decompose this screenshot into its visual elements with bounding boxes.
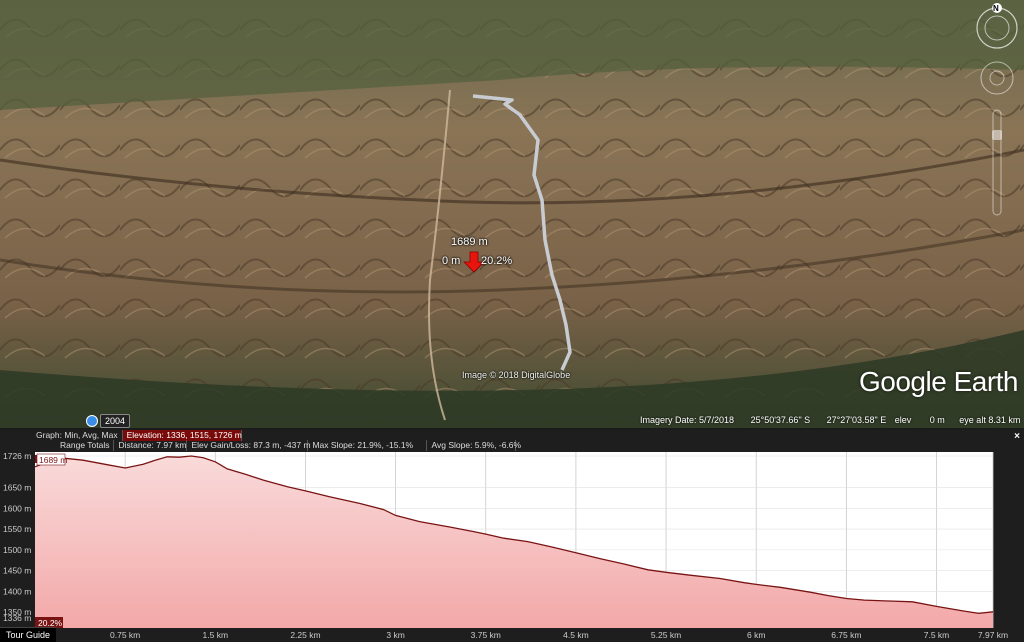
cursor-elevation-label: 1689 m: [39, 455, 67, 465]
y-tick-label: 1450 m: [3, 566, 31, 576]
y-tick-label: 1500 m: [3, 545, 31, 555]
x-tick-label: 3 km: [386, 630, 404, 640]
x-tick-label: 6 km: [747, 630, 765, 640]
x-tick-label: 5.25 km: [651, 630, 681, 640]
y-tick-label: 1400 m: [3, 586, 31, 596]
elevation-profile-chart[interactable]: 1726 m 1650 m 1600 m 1550 m 1500 m 1450 m 1400…: [0, 0, 1024, 641]
x-axis-ticks: 0.75 km 1.5 km 2.25 km 3 km 3.75 km 4.5 km 5.2…: [110, 630, 1008, 640]
y-tick-label: 1726 m: [3, 451, 31, 461]
y-axis-ticks: 1726 m 1650 m 1600 m 1550 m 1500 m 1450 m 1400…: [3, 451, 31, 623]
x-tick-label: 7.97 km: [978, 630, 1008, 640]
x-tick-label: 1.5 km: [203, 630, 229, 640]
y-tick-label: 1550 m: [3, 524, 31, 534]
x-tick-label: 6.75 km: [831, 630, 861, 640]
y-tick-label: 1336 m: [3, 613, 31, 623]
x-tick-label: 2.25 km: [290, 630, 320, 640]
y-tick-label: 1650 m: [3, 483, 31, 493]
tour-guide-button[interactable]: Tour Guide: [0, 627, 57, 642]
x-tick-label: 7.5 km: [924, 630, 950, 640]
x-tick-label: 4.5 km: [563, 630, 589, 640]
x-tick-label: 0.75 km: [110, 630, 140, 640]
y-tick-label: 1600 m: [3, 503, 31, 513]
x-tick-label: 3.75 km: [471, 630, 501, 640]
